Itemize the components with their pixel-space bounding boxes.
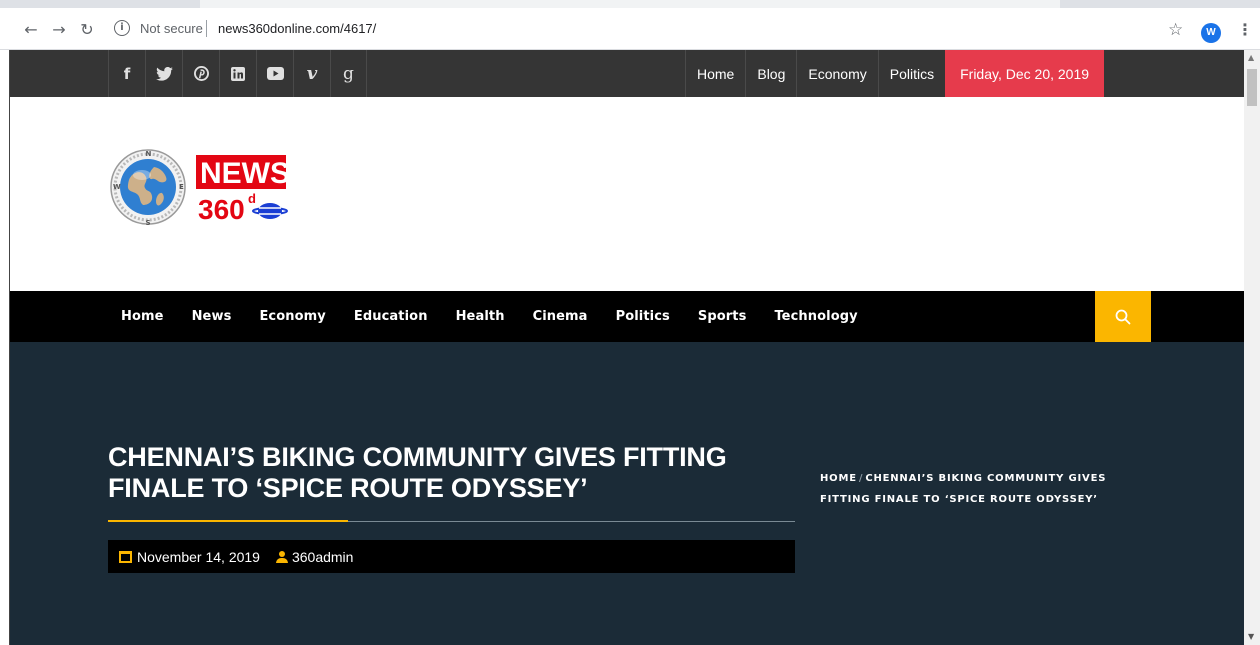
twitter-icon[interactable] <box>145 50 182 97</box>
compass-n: N <box>146 150 152 158</box>
header-logo-area: N S W E NEWS 360 d <box>10 97 1244 291</box>
article-author[interactable]: 360admin <box>275 548 354 565</box>
compass-e: E <box>179 183 184 191</box>
article-author-text: 360admin <box>291 548 354 565</box>
topnav-item-politics[interactable]: Politics <box>877 50 945 97</box>
topnav-item-home[interactable]: Home <box>685 50 745 97</box>
security-label: Not secure <box>140 21 203 36</box>
reload-icon[interactable]: ↻ <box>78 21 96 39</box>
article-date[interactable]: November 14, 2019 <box>119 549 260 565</box>
browser-tabstrip <box>0 0 1260 8</box>
google-plus-icon[interactable]: g <box>330 50 367 97</box>
topnav-item-blog[interactable]: Blog <box>745 50 796 97</box>
address-bar[interactable]: i Not secure news360donline.com/4617/ <box>108 15 1228 43</box>
pinterest-icon[interactable] <box>182 50 219 97</box>
article-date-text: November 14, 2019 <box>137 548 260 565</box>
info-icon[interactable]: i <box>114 20 130 36</box>
mainnav-item-news[interactable]: News <box>178 291 246 342</box>
breadcrumb-separator: / <box>858 473 864 484</box>
linkedin-icon[interactable] <box>219 50 256 97</box>
topnav-item-economy[interactable]: Economy <box>796 50 877 97</box>
mainnav-item-politics[interactable]: Politics <box>602 291 684 342</box>
facebook-icon[interactable]: f <box>108 50 145 97</box>
site-logo[interactable]: N S W E NEWS 360 d <box>108 145 290 229</box>
browser-tab[interactable] <box>200 0 1060 8</box>
top-bar: f v g Home Blog Economy Politics Friday,… <box>10 50 1244 97</box>
menu-kebab-icon[interactable]: ⋮ <box>1237 20 1253 39</box>
date-badge: Friday, Dec 20, 2019 <box>945 50 1105 97</box>
user-icon <box>275 550 288 563</box>
logo-word-360: 360 <box>198 194 245 225</box>
mainnav-item-education[interactable]: Education <box>340 291 442 342</box>
logo-word-news: NEWS <box>200 157 288 190</box>
social-links: f v g <box>108 50 367 97</box>
search-icon <box>1115 309 1131 324</box>
article-title: Chennai’s Biking Community Gives Fitting… <box>108 442 727 503</box>
url-text[interactable]: news360donline.com/4617/ <box>218 21 376 36</box>
calendar-icon <box>119 550 132 563</box>
browser-toolbar: ← → ↻ i Not secure news360donline.com/46… <box>0 8 1260 50</box>
page-scrollbar[interactable]: ▲ ▼ <box>1244 50 1260 645</box>
compass-s: S <box>146 219 151 227</box>
breadcrumb-home[interactable]: Home <box>820 473 857 484</box>
youtube-icon[interactable] <box>256 50 293 97</box>
top-navigation: Home Blog Economy Politics Friday, Dec 2… <box>685 50 1105 97</box>
mainnav-item-cinema[interactable]: Cinema <box>519 291 602 342</box>
bookmark-star-icon[interactable]: ☆ <box>1168 20 1183 40</box>
forward-icon[interactable]: → <box>50 21 68 39</box>
title-divider-accent <box>108 520 348 522</box>
scroll-up-icon[interactable]: ▲ <box>1248 53 1254 62</box>
mainnav-item-health[interactable]: Health <box>442 291 519 342</box>
compass-w: W <box>113 183 121 191</box>
mainnav-item-technology[interactable]: Technology <box>760 291 871 342</box>
mainnav-item-home[interactable]: Home <box>108 291 178 342</box>
logo-superscript: d <box>248 191 256 206</box>
breadcrumb: Home / Chennai’s Biking Community Gives Fi… <box>820 468 1140 510</box>
search-button[interactable] <box>1095 291 1151 342</box>
scroll-down-icon[interactable]: ▼ <box>1248 632 1254 641</box>
back-icon[interactable]: ← <box>22 21 40 39</box>
mainnav-item-sports[interactable]: Sports <box>684 291 761 342</box>
scrollbar-thumb[interactable] <box>1247 69 1257 106</box>
mainnav-item-economy[interactable]: Economy <box>245 291 339 342</box>
article-hero: Chennai’s Biking Community Gives Fitting… <box>10 342 1244 645</box>
address-separator <box>206 20 207 37</box>
vimeo-icon[interactable]: v <box>293 50 330 97</box>
page-viewport: f v g Home Blog Economy Politics Friday,… <box>9 50 1244 645</box>
main-navigation: Home News Economy Education Health Cinem… <box>10 291 1244 342</box>
article-meta-bar: November 14, 2019 360admin <box>108 540 795 573</box>
profile-avatar[interactable]: W <box>1201 23 1221 43</box>
